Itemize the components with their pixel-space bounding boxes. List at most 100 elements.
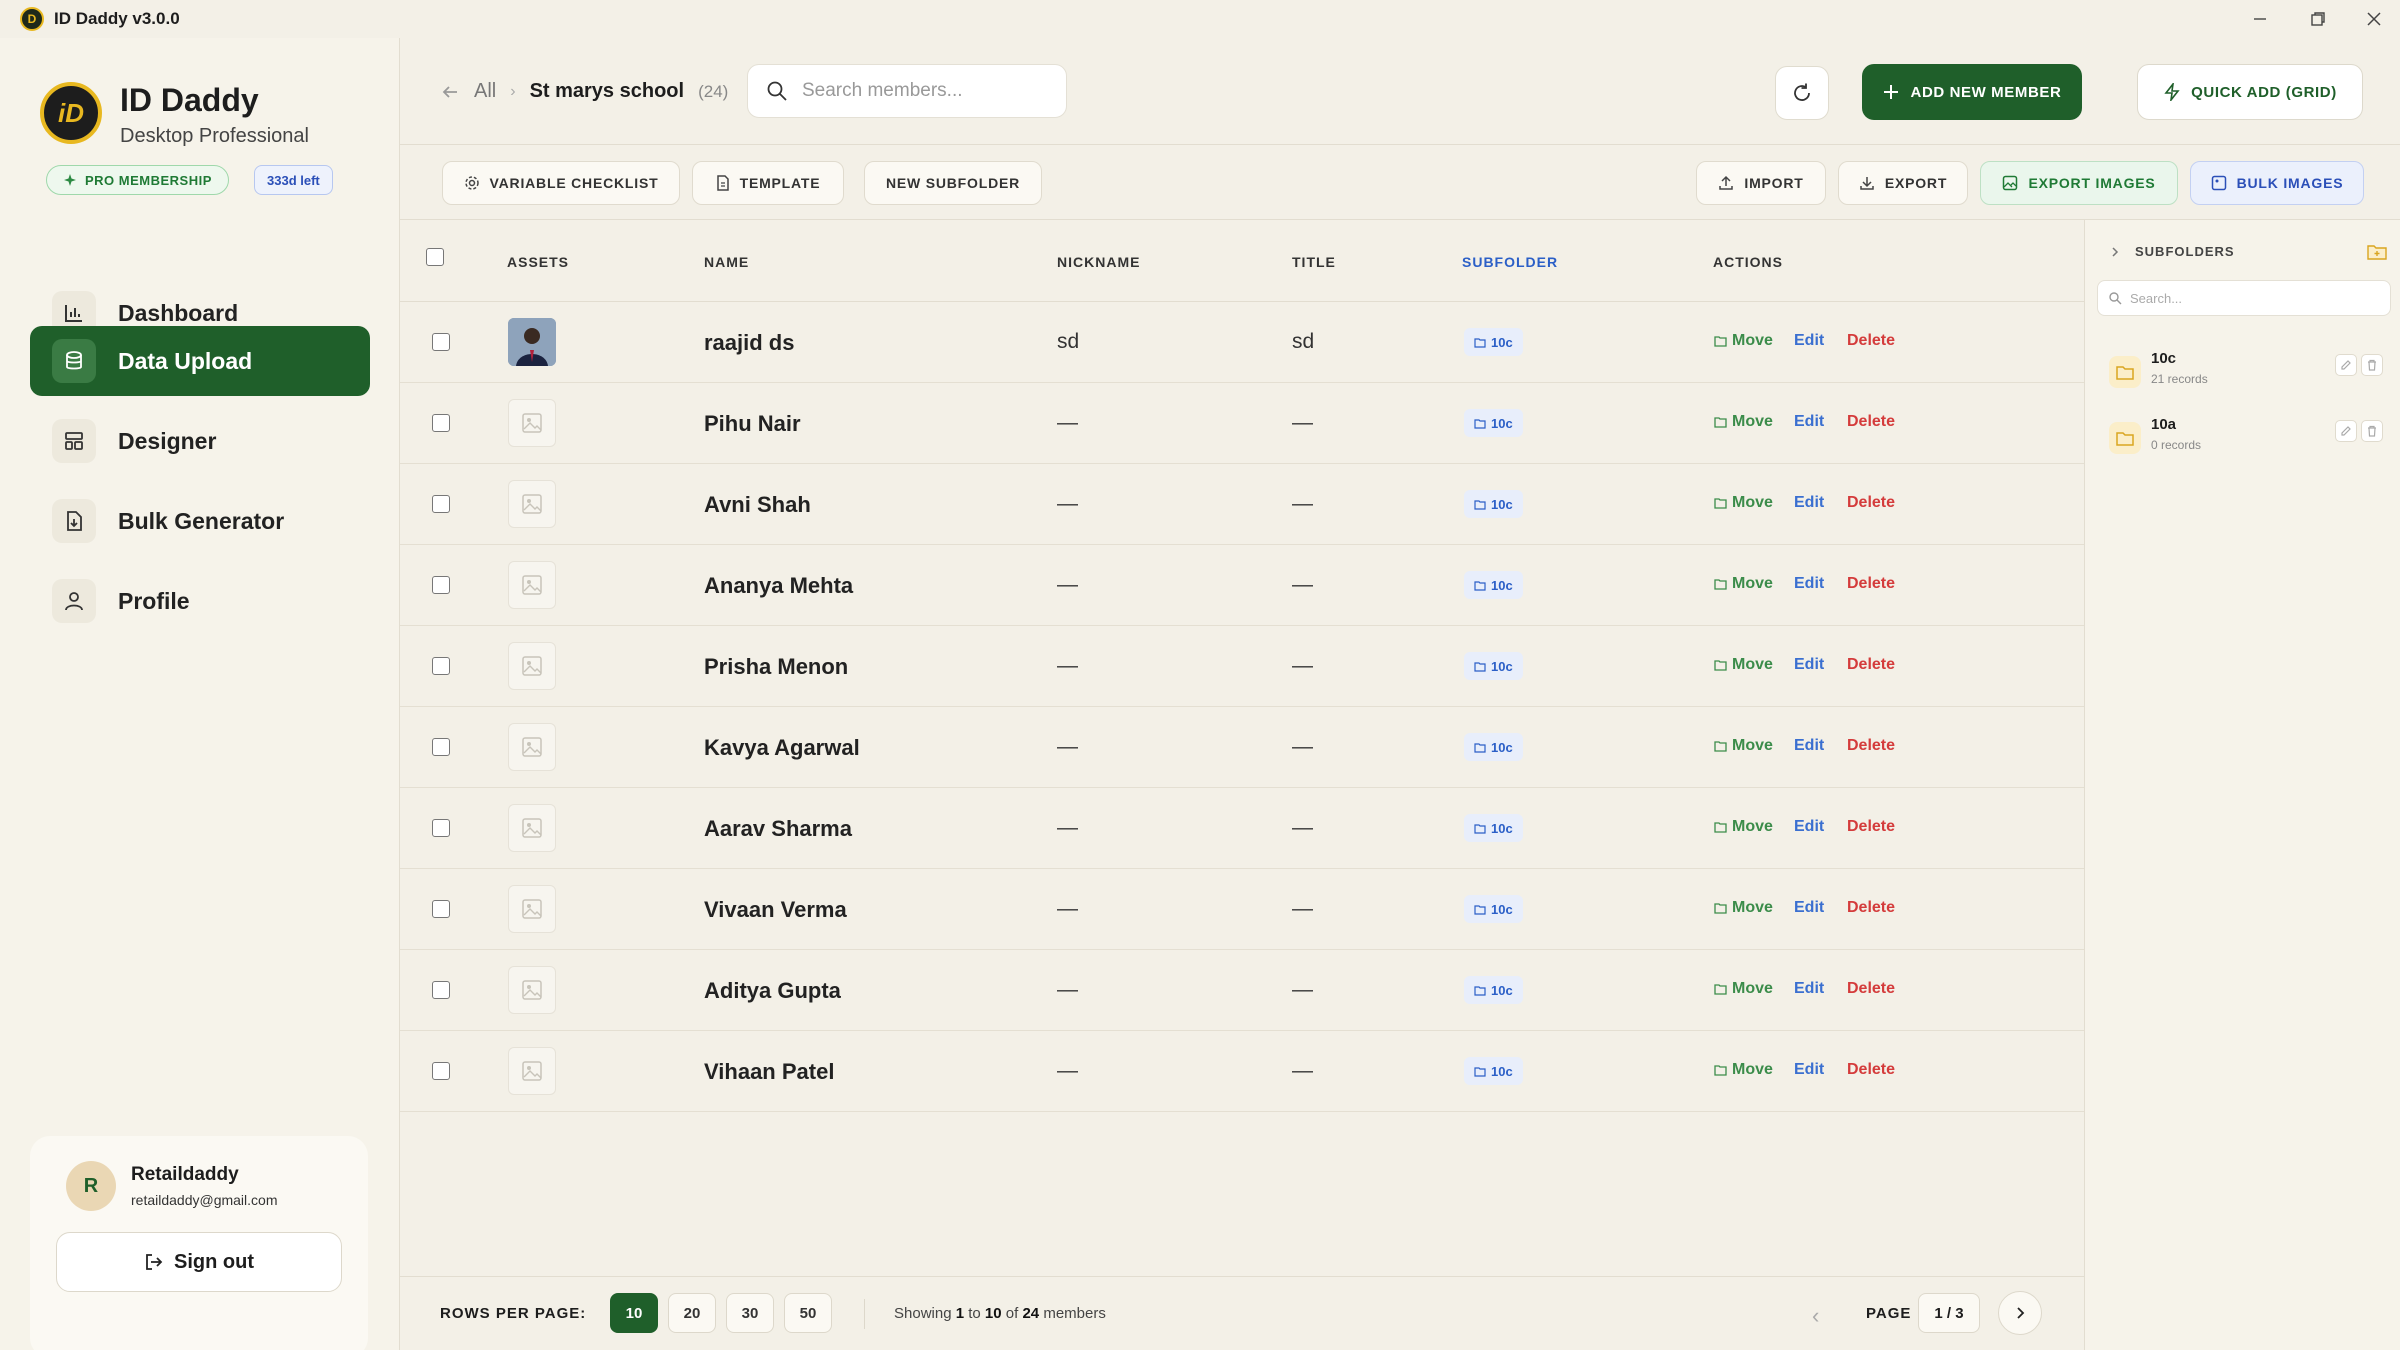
- nav-item-designer[interactable]: Designer: [30, 406, 370, 476]
- image-placeholder-icon[interactable]: [508, 885, 556, 933]
- rows-per-page-option[interactable]: 50: [784, 1293, 832, 1333]
- move-button[interactable]: Move: [1714, 332, 1773, 350]
- image-placeholder-icon[interactable]: [508, 723, 556, 771]
- chevron-right-icon[interactable]: [2109, 246, 2121, 258]
- edit-button[interactable]: Edit: [1794, 656, 1824, 674]
- previous-page-button[interactable]: ‹: [1812, 1303, 1819, 1329]
- column-header-nickname[interactable]: NICKNAME: [1057, 254, 1140, 270]
- edit-button[interactable]: Edit: [1794, 818, 1824, 836]
- move-button[interactable]: Move: [1714, 413, 1773, 431]
- edit-button[interactable]: Edit: [1794, 980, 1824, 998]
- image-placeholder-icon[interactable]: [508, 561, 556, 609]
- move-button[interactable]: Move: [1714, 575, 1773, 593]
- move-button[interactable]: Move: [1714, 899, 1773, 917]
- member-photo[interactable]: [508, 318, 556, 366]
- move-button[interactable]: Move: [1714, 494, 1773, 512]
- move-button[interactable]: Move: [1714, 737, 1773, 755]
- member-nickname: —: [1057, 816, 1078, 839]
- row-checkbox[interactable]: [432, 495, 450, 513]
- edit-button[interactable]: Edit: [1794, 494, 1824, 512]
- row-checkbox[interactable]: [432, 657, 450, 675]
- export-images-button[interactable]: EXPORT IMAGES: [1980, 161, 2178, 205]
- nav-item-bulk-generator[interactable]: Bulk Generator: [30, 486, 370, 556]
- quick-add-grid-button[interactable]: QUICK ADD (GRID): [2137, 64, 2363, 120]
- bulk-images-button[interactable]: BULK IMAGES: [2190, 161, 2364, 205]
- delete-button[interactable]: Delete: [1847, 494, 1895, 512]
- nav-label: Profile: [118, 587, 190, 614]
- variable-checklist-button[interactable]: VARIABLE CHECKLIST: [442, 161, 680, 205]
- edit-folder-button[interactable]: [2335, 354, 2357, 376]
- image-placeholder-icon[interactable]: [508, 966, 556, 1014]
- edit-folder-button[interactable]: [2335, 420, 2357, 442]
- refresh-button[interactable]: [1775, 66, 1829, 120]
- add-new-member-button[interactable]: ADD NEW MEMBER: [1862, 64, 2082, 120]
- search-input[interactable]: [802, 80, 1052, 102]
- delete-button[interactable]: Delete: [1847, 899, 1895, 917]
- folder-icon: [1474, 580, 1486, 591]
- rows-per-page-option[interactable]: 30: [726, 1293, 774, 1333]
- sign-out-button[interactable]: Sign out: [56, 1232, 342, 1292]
- delete-button[interactable]: Delete: [1847, 332, 1895, 350]
- row-checkbox[interactable]: [432, 819, 450, 837]
- nav-item-profile[interactable]: Profile: [30, 566, 370, 636]
- new-subfolder-button[interactable]: NEW SUBFOLDER: [864, 161, 1042, 205]
- edit-button[interactable]: Edit: [1794, 332, 1824, 350]
- import-button[interactable]: IMPORT: [1696, 161, 1826, 205]
- image-placeholder-icon[interactable]: [508, 480, 556, 528]
- image-placeholder-icon[interactable]: [508, 642, 556, 690]
- subfolder-badge-label: 10c: [1491, 739, 1513, 755]
- move-button[interactable]: Move: [1714, 818, 1773, 836]
- subfolder-search-input[interactable]: [2130, 290, 2370, 306]
- delete-button[interactable]: Delete: [1847, 737, 1895, 755]
- subfolder-item[interactable]: 10c 21 records: [2097, 344, 2391, 400]
- delete-button[interactable]: Delete: [1847, 413, 1895, 431]
- row-checkbox[interactable]: [432, 576, 450, 594]
- search-box[interactable]: [747, 64, 1067, 118]
- subfolder-search-box[interactable]: [2097, 280, 2391, 316]
- edit-button[interactable]: Edit: [1794, 1061, 1824, 1079]
- maximize-button[interactable]: [2290, 0, 2346, 38]
- delete-folder-button[interactable]: [2361, 354, 2383, 376]
- column-header-name[interactable]: NAME: [704, 254, 749, 270]
- move-button[interactable]: Move: [1714, 1061, 1773, 1079]
- edit-button[interactable]: Edit: [1794, 899, 1824, 917]
- row-checkbox[interactable]: [432, 1062, 450, 1080]
- image-placeholder-icon[interactable]: [508, 804, 556, 852]
- row-checkbox[interactable]: [432, 900, 450, 918]
- edit-button[interactable]: Edit: [1794, 413, 1824, 431]
- select-all-checkbox[interactable]: [426, 248, 444, 266]
- move-button[interactable]: Move: [1714, 656, 1773, 674]
- edit-button[interactable]: Edit: [1794, 575, 1824, 593]
- breadcrumb-all[interactable]: All: [474, 80, 496, 103]
- delete-button[interactable]: Delete: [1847, 575, 1895, 593]
- delete-button[interactable]: Delete: [1847, 656, 1895, 674]
- image-placeholder-icon[interactable]: [508, 399, 556, 447]
- delete-button[interactable]: Delete: [1847, 1061, 1895, 1079]
- column-header-title[interactable]: TITLE: [1292, 254, 1336, 270]
- row-checkbox[interactable]: [432, 981, 450, 999]
- template-button[interactable]: TEMPLATE: [692, 161, 844, 205]
- close-window-button[interactable]: [2346, 0, 2400, 38]
- chevron-right-icon: ›: [510, 82, 516, 100]
- image-placeholder-icon[interactable]: [508, 1047, 556, 1095]
- delete-button[interactable]: Delete: [1847, 818, 1895, 836]
- row-checkbox[interactable]: [432, 333, 450, 351]
- edit-button[interactable]: Edit: [1794, 737, 1824, 755]
- nav-item-data-upload[interactable]: Data Upload: [30, 326, 370, 396]
- column-header-subfolder[interactable]: SUBFOLDER: [1462, 254, 1558, 270]
- subfolder-item[interactable]: 10a 0 records: [2097, 410, 2391, 466]
- move-button[interactable]: Move: [1714, 980, 1773, 998]
- delete-button[interactable]: Delete: [1847, 980, 1895, 998]
- folder-icon: [1714, 822, 1727, 833]
- add-folder-icon[interactable]: [2365, 240, 2389, 264]
- minimize-button[interactable]: [2232, 0, 2288, 38]
- next-page-button[interactable]: [1998, 1291, 2042, 1335]
- delete-folder-button[interactable]: [2361, 420, 2383, 442]
- rows-per-page-option[interactable]: 10: [610, 1293, 658, 1333]
- row-checkbox[interactable]: [432, 738, 450, 756]
- row-checkbox[interactable]: [432, 414, 450, 432]
- export-button[interactable]: EXPORT: [1838, 161, 1968, 205]
- rows-per-page-option[interactable]: 20: [668, 1293, 716, 1333]
- app-logo-icon: D: [20, 7, 44, 31]
- back-arrow-icon[interactable]: [440, 82, 460, 102]
